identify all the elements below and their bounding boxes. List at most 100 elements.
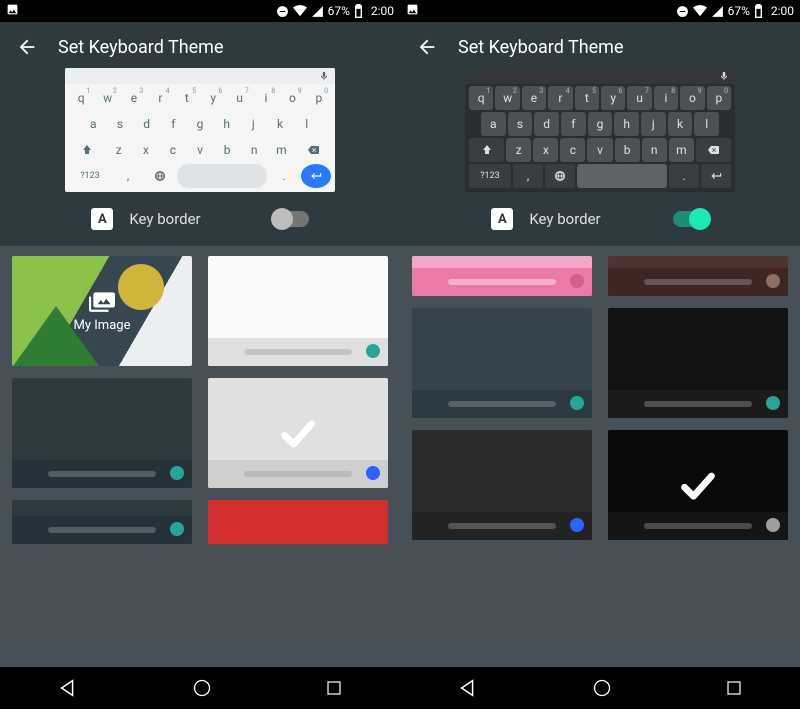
key-y: y6 [201, 86, 225, 110]
theme-card[interactable] [12, 378, 192, 488]
key-e: e3 [122, 86, 146, 110]
theme-card[interactable] [608, 308, 788, 418]
back-arrow-icon[interactable] [16, 36, 38, 58]
theme-card[interactable] [608, 430, 788, 540]
keyborder-badge-icon: A [91, 208, 113, 230]
comma-key: , [113, 164, 143, 188]
checkmark-icon [208, 378, 388, 488]
keyboard-preview: q1w2e3r4t5y6u7i8o9p0 asdfghjkl zxcvbnm ?… [65, 68, 335, 192]
key-k: k [268, 112, 293, 136]
key-i: i8 [654, 86, 678, 110]
key-h: h [214, 112, 239, 136]
back-arrow-icon[interactable] [416, 36, 438, 58]
key-u: u7 [627, 86, 651, 110]
spacebar-key [577, 164, 667, 188]
my-image-card[interactable]: My Image [12, 256, 192, 366]
key-y: y6 [601, 86, 625, 110]
theme-card[interactable] [412, 308, 592, 418]
key-i: i8 [254, 86, 278, 110]
key-z: z [506, 138, 531, 162]
globe-key [145, 164, 175, 188]
key-d: d [134, 112, 159, 136]
theme-grid[interactable]: My Image [0, 246, 400, 544]
key-v: v [187, 138, 212, 162]
nav-recents-icon[interactable] [325, 679, 343, 697]
symbols-key: ?123 [469, 164, 511, 188]
theme-card[interactable] [208, 256, 388, 366]
key-t: t5 [575, 86, 599, 110]
key-e: e3 [522, 86, 546, 110]
clock: 2:00 [371, 4, 394, 18]
key-q: q1 [69, 86, 93, 110]
period-key: . [269, 164, 299, 188]
key-f: f [161, 112, 186, 136]
clock: 2:00 [771, 4, 794, 18]
enter-key [701, 164, 731, 188]
wifi-icon [693, 4, 707, 18]
cell-signal-icon [311, 5, 324, 18]
checkmark-icon [608, 430, 788, 540]
mic-icon [719, 71, 729, 81]
page-title: Set Keyboard Theme [458, 37, 624, 58]
key-m: m [669, 138, 694, 162]
nav-bar [0, 667, 400, 709]
nav-back-icon[interactable] [57, 677, 79, 699]
comma-key: , [513, 164, 543, 188]
keyborder-label: Key border [129, 210, 200, 228]
theme-card[interactable] [608, 256, 788, 296]
key-c: c [560, 138, 585, 162]
period-key: . [669, 164, 699, 188]
key-c: c [160, 138, 185, 162]
key-r: r4 [148, 86, 172, 110]
status-bar: 67% 2:00 [400, 0, 800, 22]
pane-right: 67% 2:00 Set Keyboard Theme q1w2e3r4t5y6… [400, 0, 800, 709]
shift-key [69, 138, 104, 162]
theme-grid[interactable] [400, 246, 800, 540]
key-j: j [241, 112, 266, 136]
nav-back-icon[interactable] [457, 677, 479, 699]
nav-home-icon[interactable] [192, 678, 212, 698]
key-m: m [269, 138, 294, 162]
keyborder-toggle[interactable] [273, 211, 309, 227]
nav-recents-icon[interactable] [725, 679, 743, 697]
key-l: l [294, 112, 319, 136]
key-q: q1 [469, 86, 493, 110]
battery-percent: 67% [728, 4, 750, 18]
page-title: Set Keyboard Theme [58, 37, 224, 58]
theme-card[interactable] [412, 256, 592, 296]
key-n: n [642, 138, 667, 162]
keyboard-preview: q1w2e3r4t5y6u7i8o9p0 asdfghjkl zxcvbnm ?… [465, 68, 735, 192]
theme-card[interactable] [208, 500, 388, 544]
theme-card[interactable] [208, 378, 388, 488]
cell-signal-icon [711, 5, 724, 18]
battery-icon [354, 4, 363, 18]
key-k: k [668, 112, 693, 136]
key-s: s [508, 112, 533, 136]
keyborder-toggle[interactable] [673, 211, 709, 227]
backspace-key [696, 138, 731, 162]
enter-key [301, 164, 331, 188]
mic-icon [319, 71, 329, 81]
photo-library-icon [89, 290, 115, 312]
symbols-key: ?123 [69, 164, 111, 188]
image-icon [406, 3, 419, 16]
dnd-icon [276, 5, 289, 18]
key-v: v [587, 138, 612, 162]
key-g: g [588, 112, 613, 136]
theme-card[interactable] [412, 430, 592, 540]
theme-card[interactable] [12, 500, 192, 544]
key-n: n [242, 138, 267, 162]
pane-left: 67% 2:00 Set Keyboard Theme q1w2e3r4t5y6… [0, 0, 400, 709]
key-o: o9 [680, 86, 704, 110]
shift-key [469, 138, 504, 162]
backspace-key [296, 138, 331, 162]
key-o: o9 [280, 86, 304, 110]
image-icon [6, 3, 19, 16]
key-w: w2 [495, 86, 519, 110]
nav-home-icon[interactable] [592, 678, 612, 698]
battery-percent: 67% [328, 4, 350, 18]
status-bar: 67% 2:00 [0, 0, 400, 22]
key-u: u7 [227, 86, 251, 110]
key-d: d [534, 112, 559, 136]
key-x: x [133, 138, 158, 162]
